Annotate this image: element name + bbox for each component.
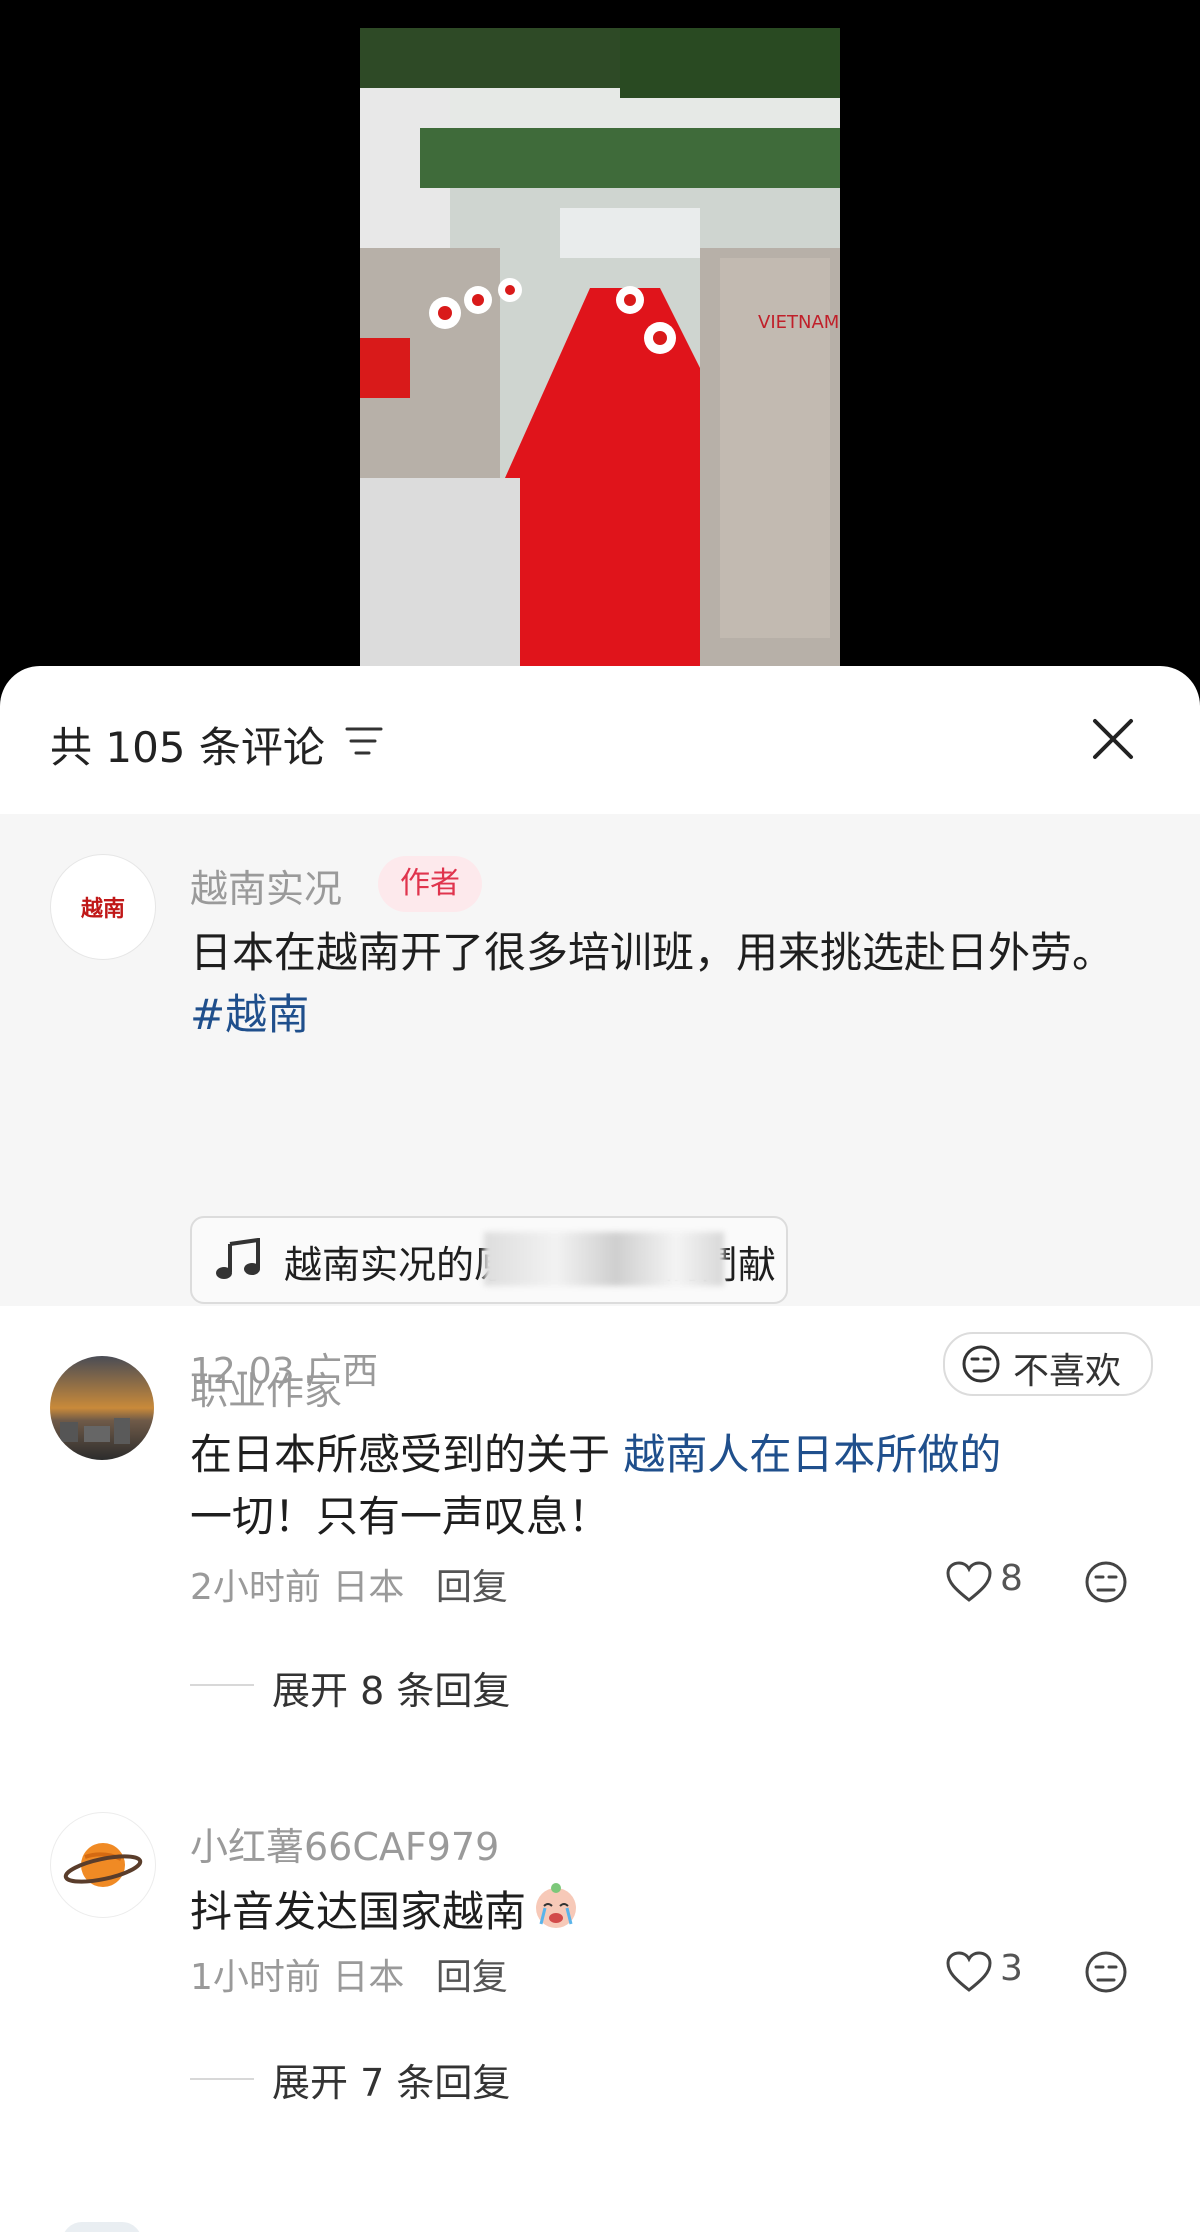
video-player[interactable]: VIETNAM [0, 0, 1200, 680]
planet-avatar-icon[interactable] [50, 1812, 156, 1918]
comment-item: 小红薯66CAF979 抖音发达国家越南 1小时前 日本 回复 3 展开 7 条… [0, 1762, 1200, 2162]
comment-time: 2小时前 [190, 1567, 321, 1608]
comments-sheet: 共 105 条评论 越南 越南实况 作者 日本在越南开了很多培训班，用来挑选赴日… [0, 666, 1200, 2232]
comment-meta: 2小时前 日本 回复 [190, 1558, 508, 1610]
heart-icon[interactable] [945, 1950, 993, 1998]
sort-icon[interactable] [345, 724, 383, 758]
author-username[interactable]: 越南实况 [190, 858, 342, 913]
blurred-music-title [484, 1232, 724, 1286]
comment-meta: 1小时前 日本 回复 [190, 1948, 508, 2000]
comment-text-part: 抖音发达国家越南 [190, 1887, 527, 1936]
author-avatar[interactable]: 越南 [50, 854, 156, 960]
reply-button[interactable]: 回复 [436, 1957, 508, 1998]
comment-time: 1小时前 [190, 1957, 321, 1998]
author-comment-body: 日本在越南开了很多培训班，用来挑选赴日外劳。 [190, 928, 1115, 977]
comment-text-part: 一切！只有一声叹息！ [190, 1492, 611, 1541]
dislike-face-icon[interactable] [1084, 1950, 1128, 1998]
expand-replies-button[interactable]: 展开 8 条回复 [272, 1660, 510, 1715]
commenter-username[interactable]: 职业作家 [190, 1360, 342, 1415]
commenter-username[interactable]: 小红薯66CAF979 [190, 1816, 499, 1871]
music-chip[interactable]: 越南实况的原们鬥献 [190, 1216, 788, 1304]
heart-icon[interactable] [945, 1560, 993, 1608]
comment-text: 抖音发达国家越南 [190, 1880, 1140, 1949]
dislike-face-icon[interactable] [1084, 1560, 1128, 1608]
comment-location: 日本 [332, 1567, 405, 1608]
author-avatar-text: 越南 [80, 897, 125, 922]
author-comment-text: 日本在越南开了很多培训班，用来挑选赴日外劳。 #越南 [190, 922, 1140, 1046]
comment-text: 在日本所感受到的关于 越南人在日本所做的 一切！只有一声叹息！ [190, 1424, 1140, 1548]
comment-item: 职业作家 在日本所感受到的关于 越南人在日本所做的 一切！只有一声叹息！ 2小时前… [0, 1306, 1200, 1713]
comment-text-part: 在日本所感受到的关于 [190, 1430, 624, 1479]
next-comment-avatar [62, 2222, 142, 2232]
comment-location: 日本 [332, 1957, 405, 1998]
commenter-avatar[interactable] [50, 1356, 154, 1460]
comment-count: 共 105 条评论 [50, 723, 325, 772]
expand-divider [190, 2078, 254, 2080]
hashtag-link[interactable]: #越南 [190, 990, 309, 1039]
svg-text:VIETNAM: VIETNAM [758, 312, 839, 333]
like-count: 8 [1000, 1558, 1023, 1599]
music-note-icon [214, 1237, 262, 1286]
comments-header: 共 105 条评论 [0, 666, 1200, 814]
author-comment: 越南 越南实况 作者 日本在越南开了很多培训班，用来挑选赴日外劳。 #越南 越南实… [0, 814, 1200, 1396]
close-icon[interactable] [1085, 711, 1141, 767]
expand-replies-button[interactable]: 展开 7 条回复 [272, 2052, 510, 2107]
video-thumbnail[interactable]: VIETNAM [360, 28, 840, 668]
like-count: 3 [1000, 1948, 1023, 1989]
music-label-text: 越南实况的原 [284, 1243, 513, 1287]
comment-search-link[interactable]: 越南人在日本所做的 [623, 1430, 1001, 1479]
reply-button[interactable]: 回复 [436, 1567, 508, 1608]
expand-divider [190, 1684, 254, 1686]
author-badge: 作者 [378, 856, 482, 912]
crying-emoji-icon [530, 1880, 582, 1949]
